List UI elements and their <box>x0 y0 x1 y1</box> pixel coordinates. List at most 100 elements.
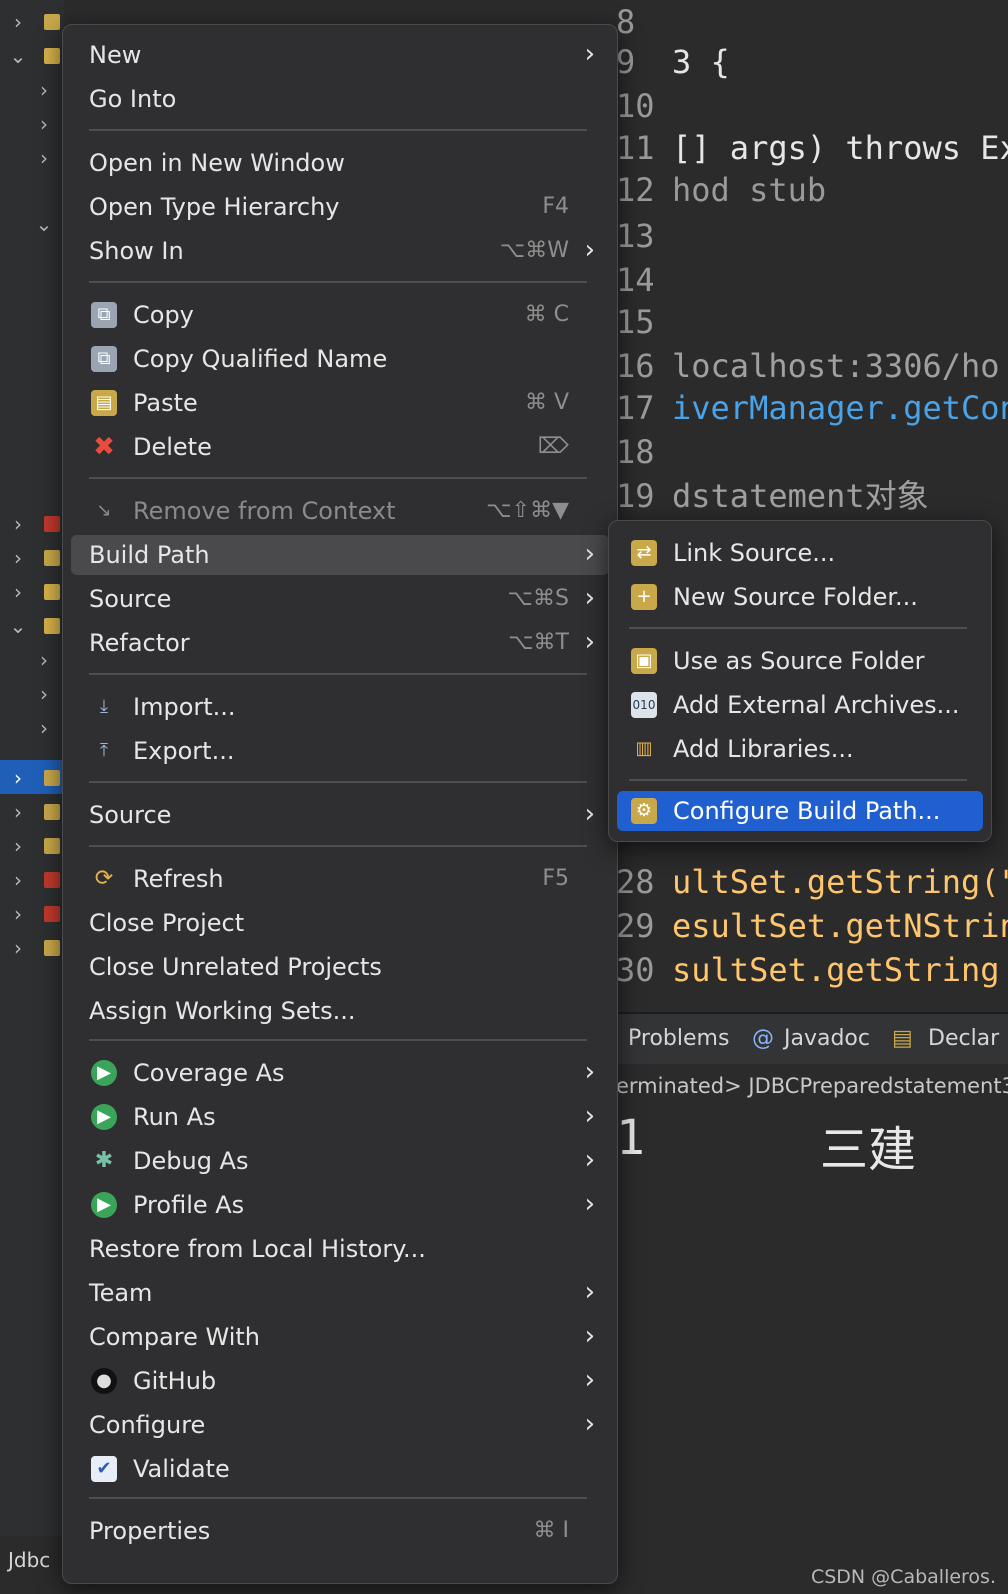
collapse-arrow-icon[interactable]: ⌄ <box>8 46 28 66</box>
code-line: 28 ultSet.getString(" <box>616 863 1008 901</box>
menu-item-profile-as[interactable]: ▶ Profile As › <box>71 1185 609 1225</box>
submenu-item-use-as-source-folder[interactable]: ▣ Use as Source Folder <box>617 641 983 681</box>
submenu-item-add-libraries[interactable]: ▥ Add Libraries... <box>617 729 983 769</box>
import-icon: ⤓ <box>100 696 108 717</box>
export-icon: ⤒ <box>100 740 108 761</box>
console-status: erminated> JDBCPreparedstatement3 <box>616 1074 1008 1098</box>
project-icon <box>44 940 60 956</box>
chevron-right-icon: › <box>584 1101 595 1131</box>
code-line: 12 hod stub <box>616 171 827 209</box>
console-output-col1: 1 <box>616 1110 645 1166</box>
code-line: 8 <box>616 3 636 41</box>
submenu-item-configure-build-path[interactable]: ⚙ Configure Build Path... <box>617 791 983 831</box>
delete-icon: ✖ <box>93 432 115 462</box>
menu-item-import[interactable]: ⤓ Import... <box>71 687 609 727</box>
project-explorer: › ⌄ › › › ⌄ › › › ⌄ › › › › › › › › › Jd… <box>0 0 64 1594</box>
expand-arrow-icon[interactable]: › <box>8 904 28 924</box>
menu-separator <box>89 673 587 675</box>
expand-arrow-icon[interactable]: › <box>8 582 28 602</box>
expand-arrow-icon[interactable]: › <box>8 768 28 788</box>
project-error-icon <box>44 516 60 532</box>
explorer-footer-label: Jdbc <box>0 1536 64 1594</box>
chevron-right-icon: › <box>584 1409 595 1439</box>
expand-arrow-icon[interactable]: › <box>8 12 28 32</box>
menu-item-coverage-as[interactable]: ▶ Coverage As › <box>71 1053 609 1093</box>
code-line: 29 esultSet.getNStrin <box>616 907 1008 945</box>
menu-item-debug-as[interactable]: ✱ Debug As › <box>71 1141 609 1181</box>
menu-item-copy[interactable]: ⧉ Copy ⌘ C <box>71 295 609 335</box>
menu-item-open-new-window[interactable]: Open in New Window <box>71 143 609 183</box>
menu-item-validate[interactable]: ✔ Validate <box>71 1449 609 1489</box>
menu-item-github[interactable]: ● GitHub › <box>71 1361 609 1401</box>
menu-item-show-in[interactable]: Show In ⌥⌘W › <box>71 231 609 271</box>
expand-arrow-icon[interactable]: › <box>8 802 28 822</box>
menu-item-compare-with[interactable]: Compare With › <box>71 1317 609 1357</box>
expand-arrow-icon[interactable]: › <box>34 684 54 704</box>
use-source-folder-icon: ▣ <box>631 648 657 674</box>
code-line: 19 dstatement对象 <box>616 477 929 515</box>
menu-item-go-into[interactable]: Go Into <box>71 79 609 119</box>
menu-item-restore-local-history[interactable]: Restore from Local History... <box>71 1229 609 1269</box>
menu-item-paste[interactable]: ▤ Paste ⌘ V <box>71 383 609 423</box>
menu-separator <box>89 845 587 847</box>
menu-item-refresh[interactable]: ⟳ Refresh F5 <box>71 859 609 899</box>
javadoc-icon: @ <box>752 1026 774 1051</box>
collapse-arrow-icon[interactable]: ⌄ <box>8 616 28 636</box>
expand-arrow-icon[interactable]: › <box>8 548 28 568</box>
github-icon: ● <box>91 1368 117 1394</box>
checkbox-checked-icon: ✔ <box>91 1456 117 1482</box>
menu-separator <box>629 779 967 781</box>
expand-arrow-icon[interactable]: › <box>8 938 28 958</box>
menu-item-properties[interactable]: Properties ⌘ I <box>71 1511 609 1551</box>
menu-item-configure[interactable]: Configure › <box>71 1405 609 1445</box>
project-icon <box>44 804 60 820</box>
menu-item-run-as[interactable]: ▶ Run As › <box>71 1097 609 1137</box>
menu-separator <box>89 281 587 283</box>
chevron-right-icon: › <box>584 235 595 265</box>
build-path-submenu: ⇄ Link Source... + New Source Folder... ▣ U… <box>608 520 992 842</box>
menu-item-export[interactable]: ⤒ Export... <box>71 731 609 771</box>
menu-item-delete[interactable]: ✖ Delete ⌦ <box>71 427 609 467</box>
expand-arrow-icon[interactable]: › <box>34 718 54 738</box>
submenu-item-link-source[interactable]: ⇄ Link Source... <box>617 533 983 573</box>
menu-item-team[interactable]: Team › <box>71 1273 609 1313</box>
menu-item-close-project[interactable]: Close Project <box>71 903 609 943</box>
menu-item-copy-qualified-name[interactable]: ⧉ Copy Qualified Name <box>71 339 609 379</box>
expand-arrow-icon[interactable]: › <box>8 514 28 534</box>
tab-problems[interactable]: Problems <box>628 1026 729 1051</box>
expand-arrow-icon[interactable]: › <box>8 870 28 890</box>
menu-item-build-path[interactable]: Build Path › <box>71 535 609 575</box>
coverage-icon: ▶ <box>91 1060 117 1086</box>
menu-item-source-2[interactable]: Source › <box>71 795 609 835</box>
run-icon: ▶ <box>91 1104 117 1130</box>
menu-item-assign-working-sets[interactable]: Assign Working Sets... <box>71 991 609 1031</box>
code-line: 11[] args) throws Ex <box>616 129 1008 167</box>
tab-declaration[interactable]: Declar <box>928 1026 999 1051</box>
copy-icon: ⧉ <box>91 302 117 328</box>
declaration-icon: ▤ <box>892 1026 913 1051</box>
expand-arrow-icon[interactable]: › <box>8 836 28 856</box>
chevron-right-icon: › <box>584 539 595 569</box>
paste-icon: ▤ <box>91 390 117 416</box>
menu-item-open-type-hierarchy[interactable]: Open Type Hierarchy F4 <box>71 187 609 227</box>
submenu-item-add-external-archives[interactable]: 010 Add External Archives... <box>617 685 983 725</box>
profile-icon: ▶ <box>91 1192 117 1218</box>
expand-arrow-icon[interactable]: › <box>34 650 54 670</box>
project-warning-icon <box>44 618 60 634</box>
chevron-right-icon: › <box>584 1145 595 1175</box>
code-line: 18 <box>616 433 655 471</box>
watermark: CSDN @Caballeros. <box>810 1566 996 1588</box>
bottom-panel-tabbar: Problems @ Javadoc ▤ Declar <box>616 1012 1008 1064</box>
expand-arrow-icon[interactable]: › <box>34 114 54 134</box>
expand-arrow-icon[interactable]: › <box>34 148 54 168</box>
menu-separator <box>629 627 967 629</box>
menu-item-refactor[interactable]: Refactor ⌥⌘T › <box>71 623 609 663</box>
menu-item-close-unrelated-projects[interactable]: Close Unrelated Projects <box>71 947 609 987</box>
collapse-arrow-icon[interactable]: ⌄ <box>34 214 54 234</box>
menu-item-new[interactable]: New › <box>71 35 609 75</box>
submenu-item-new-source-folder[interactable]: + New Source Folder... <box>617 577 983 617</box>
tab-javadoc[interactable]: Javadoc <box>784 1026 870 1051</box>
menu-item-source[interactable]: Source ⌥⌘S › <box>71 579 609 619</box>
expand-arrow-icon[interactable]: › <box>34 80 54 100</box>
console-output-col2: 三建 <box>820 1122 917 1178</box>
